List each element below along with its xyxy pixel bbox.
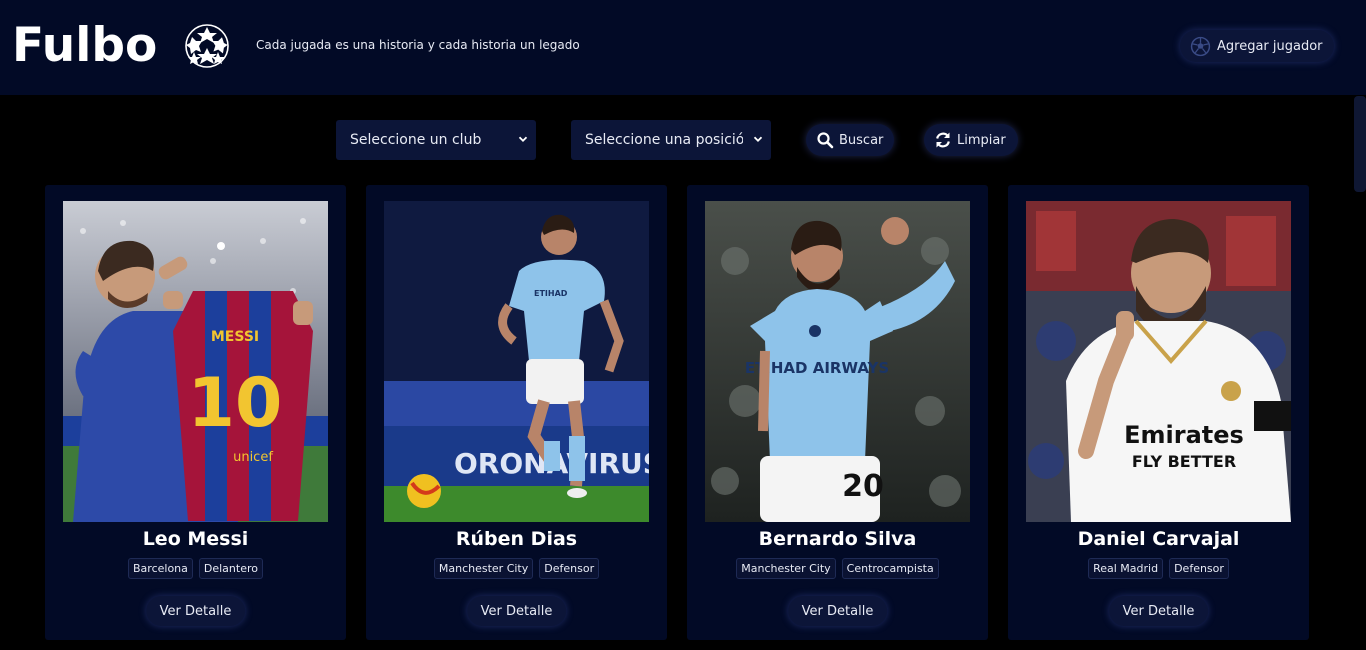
shorts-number-text: 20 (842, 469, 884, 504)
player-photo[interactable]: MESSI 10 unicef (63, 201, 328, 522)
club-badge: Barcelona (128, 558, 193, 579)
search-button[interactable]: Buscar (806, 124, 894, 156)
shirt-sponsor-line2: FLY BETTER (1132, 452, 1236, 471)
view-detail-button[interactable]: Ver Detalle (1108, 596, 1209, 626)
jersey-name-text: MESSI (211, 329, 259, 345)
view-detail-button[interactable]: Ver Detalle (145, 596, 246, 626)
jersey-number-text: 10 (188, 364, 283, 443)
club-badge: Real Madrid (1088, 558, 1164, 579)
search-icon (817, 132, 834, 149)
player-photo[interactable]: ETIHAD AIRWAYS 20 (705, 201, 970, 522)
player-card: ETIHAD AIRWAYS 20 Bernardo Silva Manches… (687, 185, 988, 640)
player-name[interactable]: Rúben Dias (366, 528, 667, 550)
player-card: MESSI 10 unicef Leo Messi Barcelona Dela… (45, 185, 346, 640)
site-tagline: Cada jugada es una historia y cada histo… (256, 38, 580, 52)
clear-button[interactable]: Limpiar (924, 124, 1018, 156)
position-badge: Delantero (198, 558, 263, 579)
club-badge: Manchester City (433, 558, 534, 579)
search-button-label: Buscar (839, 132, 884, 148)
club-badge: Manchester City (736, 558, 836, 579)
player-name[interactable]: Leo Messi (45, 528, 346, 550)
chevron-down-icon (518, 136, 528, 142)
chevron-down-icon (753, 136, 763, 142)
view-detail-button[interactable]: Ver Detalle (466, 596, 567, 626)
scrollbar-thumb[interactable] (1354, 96, 1366, 192)
club-select[interactable]: Seleccione un club (336, 120, 536, 160)
add-player-button[interactable]: Agregar jugador (1180, 30, 1334, 62)
champions-league-ball-icon (185, 24, 229, 68)
site-header: Fulbo Cada jugada es una historia y cada… (0, 0, 1366, 95)
brand-logo-text[interactable]: Fulbo (12, 18, 157, 73)
soccer-ball-icon (1190, 36, 1211, 56)
club-select-value: Seleccione un club (350, 132, 482, 148)
clear-button-label: Limpiar (957, 132, 1006, 148)
refresh-icon (936, 132, 950, 148)
player-card: Emirates FLY BETTER Daniel Carvajal Real… (1008, 185, 1309, 640)
position-badge: Defensor (1169, 558, 1229, 579)
shirt-sponsor-line1: Emirates (1124, 421, 1244, 449)
position-select[interactable]: Seleccione una posición (571, 120, 771, 160)
jersey-sponsor-text: unicef (233, 450, 273, 465)
player-photo[interactable]: Emirates FLY BETTER (1026, 201, 1291, 522)
player-photo[interactable]: ORONAVIRUS · CI ETIHAD (384, 201, 649, 522)
position-select-value: Seleccione una posición (585, 132, 743, 148)
shirt-sponsor-text: ETIHAD (534, 289, 568, 298)
player-card: ORONAVIRUS · CI ETIHAD Rúben Dias Manche… (366, 185, 667, 640)
position-badge: Centrocampista (841, 558, 939, 579)
player-name[interactable]: Daniel Carvajal (1008, 528, 1309, 550)
view-detail-button[interactable]: Ver Detalle (787, 596, 888, 626)
player-name[interactable]: Bernardo Silva (687, 528, 988, 550)
add-player-label: Agregar jugador (1217, 38, 1323, 54)
position-badge: Defensor (539, 558, 600, 579)
